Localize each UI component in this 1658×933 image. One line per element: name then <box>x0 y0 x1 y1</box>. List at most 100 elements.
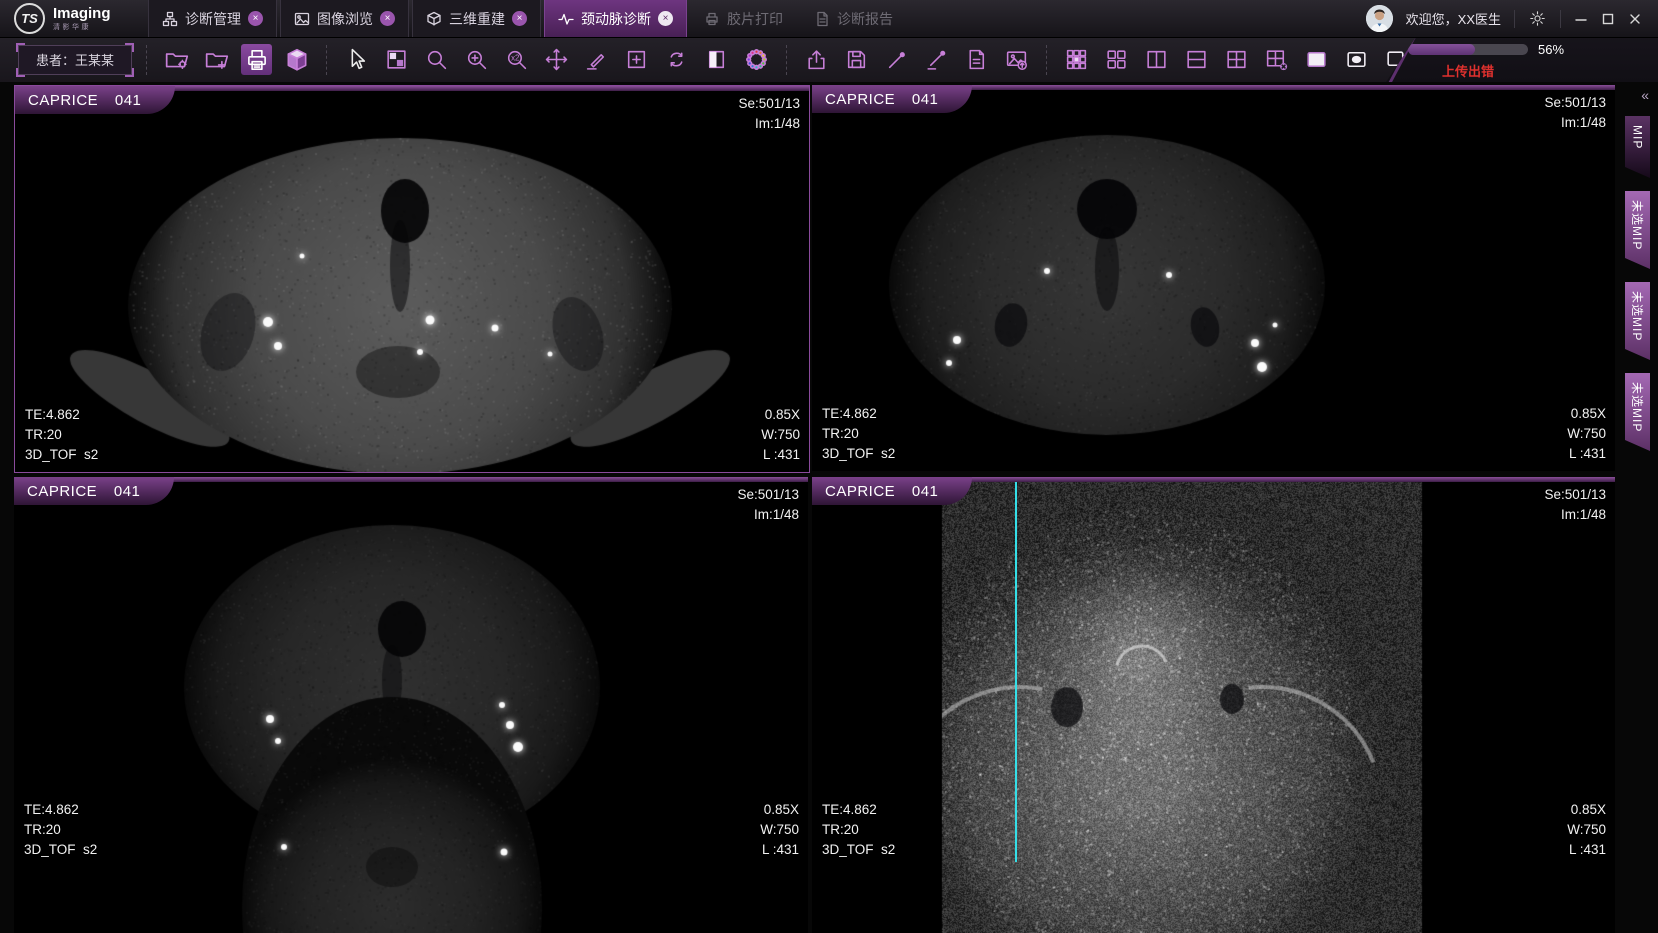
sequence-name: 3D_TOF s2 <box>24 840 97 860</box>
series-title: CAPRICE 041 <box>28 92 141 109</box>
main-tabs: 诊断管理 × 图像浏览 × 三维重建 × 颈动脉诊断 × 胶片打印 <box>148 0 910 37</box>
series-title: CAPRICE 041 <box>825 91 938 108</box>
viewport-1[interactable]: CAPRICE 041 Se:501/13Im:1/48 TE:4.862TR:… <box>14 85 810 473</box>
series-tab[interactable]: CAPRICE 041 <box>14 477 174 505</box>
tool-zoom-in[interactable] <box>461 44 492 75</box>
window-level: L :431 <box>761 445 800 465</box>
mip-sidebar: « MIP 未选MIP 未选MIP 未选MIP <box>1617 85 1658 933</box>
close-icon[interactable]: × <box>248 11 263 26</box>
crosshair-reference-line[interactable] <box>1015 480 1017 862</box>
window-width: W:750 <box>1567 820 1606 840</box>
series-info: Se:501/13Im:1/48 <box>738 94 800 134</box>
tool-export-image[interactable] <box>1001 44 1032 75</box>
sidebar-tab-label: 未选MIP <box>1629 291 1646 341</box>
app-window: TS Imaging 清影华康 诊断管理 × 图像浏览 × 三维重建 × <box>0 0 1658 933</box>
series-tab[interactable]: CAPRICE 041 <box>812 85 972 113</box>
tool-ellipse-view[interactable] <box>1341 44 1372 75</box>
tab-label: 胶片打印 <box>727 9 783 29</box>
close-button[interactable] <box>1628 12 1642 26</box>
tool-region-select[interactable] <box>621 44 652 75</box>
minimize-button[interactable] <box>1574 12 1588 26</box>
tr-value: TR:20 <box>25 425 98 445</box>
mri-axial-image[interactable] <box>14 477 808 933</box>
series-number: Se:501/13 <box>1544 93 1606 113</box>
tool-new-study[interactable] <box>201 44 232 75</box>
sidebar-tab-mip[interactable]: MIP <box>1625 116 1650 178</box>
te-value: TE:4.862 <box>25 405 98 425</box>
tool-split-horizontal[interactable] <box>1181 44 1212 75</box>
upload-progress-bar <box>1408 44 1528 55</box>
tool-pan[interactable] <box>541 44 572 75</box>
tool-zoom-2x[interactable]: x2 <box>501 44 532 75</box>
series-title: CAPRICE 041 <box>825 483 938 500</box>
series-tab[interactable]: CAPRICE 041 <box>15 86 175 114</box>
mri-axial-image[interactable] <box>15 86 809 472</box>
tab-diagnosis-management[interactable]: 诊断管理 × <box>148 0 277 37</box>
mri-mip-image[interactable] <box>812 477 1615 933</box>
series-number: Se:501/13 <box>1544 485 1606 505</box>
tab-carotid-diagnosis[interactable]: 颈动脉诊断 × <box>544 0 687 37</box>
app-logo: TS Imaging 清影华康 <box>0 0 148 37</box>
tool-magnify[interactable] <box>421 44 452 75</box>
tab-image-browse[interactable]: 图像浏览 × <box>280 0 409 37</box>
tool-color-map[interactable] <box>741 44 772 75</box>
sidebar-tab-unselected-mip-3[interactable]: 未选MIP <box>1625 373 1650 451</box>
avatar[interactable] <box>1366 5 1393 32</box>
window-level: L :431 <box>1567 840 1606 860</box>
sidebar-tab-unselected-mip-1[interactable]: 未选MIP <box>1625 191 1650 269</box>
display-info: 0.85XW:750L :431 <box>760 800 799 860</box>
tool-single-view[interactable] <box>1301 44 1332 75</box>
viewport-3[interactable]: CAPRICE 041 Se:501/13Im:1/48 TE:4.862TR:… <box>14 477 808 933</box>
tool-grid-blocks[interactable] <box>1101 44 1132 75</box>
tool-split-vertical[interactable] <box>1141 44 1172 75</box>
tool-grid-3x3[interactable] <box>1061 44 1092 75</box>
tool-save[interactable] <box>841 44 872 75</box>
cube-icon <box>426 11 442 27</box>
series-info: Se:501/13Im:1/48 <box>1544 93 1606 133</box>
tool-cursor[interactable] <box>341 44 372 75</box>
collapse-left-icon[interactable]: « <box>1641 87 1650 103</box>
gear-icon[interactable] <box>1528 9 1547 28</box>
tr-value: TR:20 <box>822 424 895 444</box>
tab-3d-reconstruction[interactable]: 三维重建 × <box>412 0 541 37</box>
app-subtitle: 清影华康 <box>53 22 111 32</box>
maximize-button[interactable] <box>1601 12 1615 26</box>
org-chart-icon <box>162 11 178 27</box>
tool-open-study-settings[interactable] <box>161 44 192 75</box>
upload-percent: 56% <box>1538 42 1564 57</box>
close-icon[interactable]: × <box>380 11 395 26</box>
close-icon[interactable]: × <box>658 11 673 26</box>
upload-status-panel: 56% 上传出错 <box>1386 37 1658 82</box>
tool-upload[interactable] <box>801 44 832 75</box>
patient-selector[interactable]: 患者：王某某 <box>18 45 132 75</box>
sidebar-tab-label: 未选MIP <box>1629 382 1646 432</box>
tool-probe[interactable] <box>881 44 912 75</box>
tool-volume-3d[interactable] <box>281 44 312 75</box>
image-number: Im:1/48 <box>1544 505 1606 525</box>
tool-print[interactable] <box>241 44 272 75</box>
tool-grid-2x2[interactable] <box>1221 44 1252 75</box>
printer-icon <box>704 11 720 27</box>
tool-new-report[interactable] <box>961 44 992 75</box>
mri-axial-image[interactable] <box>812 85 1615 471</box>
tool-window-level[interactable] <box>701 44 732 75</box>
acquisition-info: TE:4.862TR:203D_TOF s2 <box>822 800 895 860</box>
viewport-2[interactable]: CAPRICE 041 Se:501/13Im:1/48 TE:4.862TR:… <box>812 85 1615 471</box>
tool-measure[interactable] <box>581 44 612 75</box>
tool-rotate[interactable] <box>661 44 692 75</box>
tool-layout-tile[interactable] <box>381 44 412 75</box>
display-info: 0.85XW:750L :431 <box>761 405 800 465</box>
series-tab[interactable]: CAPRICE 041 <box>812 477 972 505</box>
app-title: Imaging <box>53 6 111 22</box>
viewport-4[interactable]: CAPRICE 041 Se:501/13Im:1/48 TE:4.862TR:… <box>812 477 1615 933</box>
tab-label: 图像浏览 <box>317 9 373 29</box>
sidebar-tab-unselected-mip-2[interactable]: 未选MIP <box>1625 282 1650 360</box>
logo-monogram-icon: TS <box>14 3 45 34</box>
acquisition-info: TE:4.862TR:203D_TOF s2 <box>24 800 97 860</box>
divider <box>1560 10 1561 28</box>
tool-clear-grid[interactable] <box>1261 44 1292 75</box>
sidebar-tab-label: MIP <box>1631 125 1645 149</box>
tab-label: 诊断报告 <box>837 9 893 29</box>
close-icon[interactable]: × <box>512 11 527 26</box>
tool-probe-baseline[interactable] <box>921 44 952 75</box>
